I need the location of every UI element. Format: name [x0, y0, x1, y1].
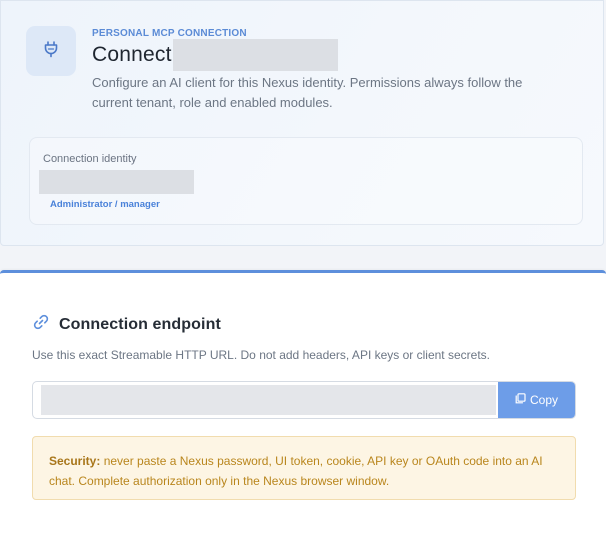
plug-icon-tile — [26, 26, 76, 76]
redacted-identity-block — [39, 170, 194, 194]
endpoint-url-input[interactable] — [41, 385, 496, 415]
page-title: Connect — [92, 43, 172, 66]
endpoint-title: Connection endpoint — [59, 315, 221, 333]
security-label: Security: — [49, 454, 101, 468]
connection-identity-card: Connection identity Administrator / mana… — [29, 137, 583, 225]
hero-description: Configure an AI client for this Nexus id… — [92, 75, 523, 110]
connection-hero: PERSONAL MCP CONNECTION Connect Configur… — [0, 0, 604, 246]
connection-endpoint-card: Connection endpoint Use this exact Strea… — [0, 270, 606, 556]
endpoint-header: Connection endpoint — [32, 313, 221, 336]
identity-label: Connection identity — [43, 153, 137, 165]
copy-button[interactable]: Copy — [498, 382, 575, 418]
identity-role: Administrator / manager — [50, 199, 160, 210]
page-title-row: Connect — [92, 39, 338, 71]
security-warning: Security: never paste a Nexus password, … — [32, 436, 576, 500]
copy-button-label: Copy — [529, 393, 558, 407]
plug-icon — [42, 40, 60, 63]
copy-icon — [515, 393, 526, 407]
eyebrow-label: PERSONAL MCP CONNECTION — [92, 28, 247, 39]
redacted-title-block — [172, 39, 338, 71]
security-text: never paste a Nexus password, UI token, … — [49, 454, 543, 488]
link-icon — [32, 313, 50, 336]
endpoint-description: Use this exact Streamable HTTP URL. Do n… — [32, 348, 490, 362]
endpoint-url-row: Copy — [32, 381, 576, 419]
